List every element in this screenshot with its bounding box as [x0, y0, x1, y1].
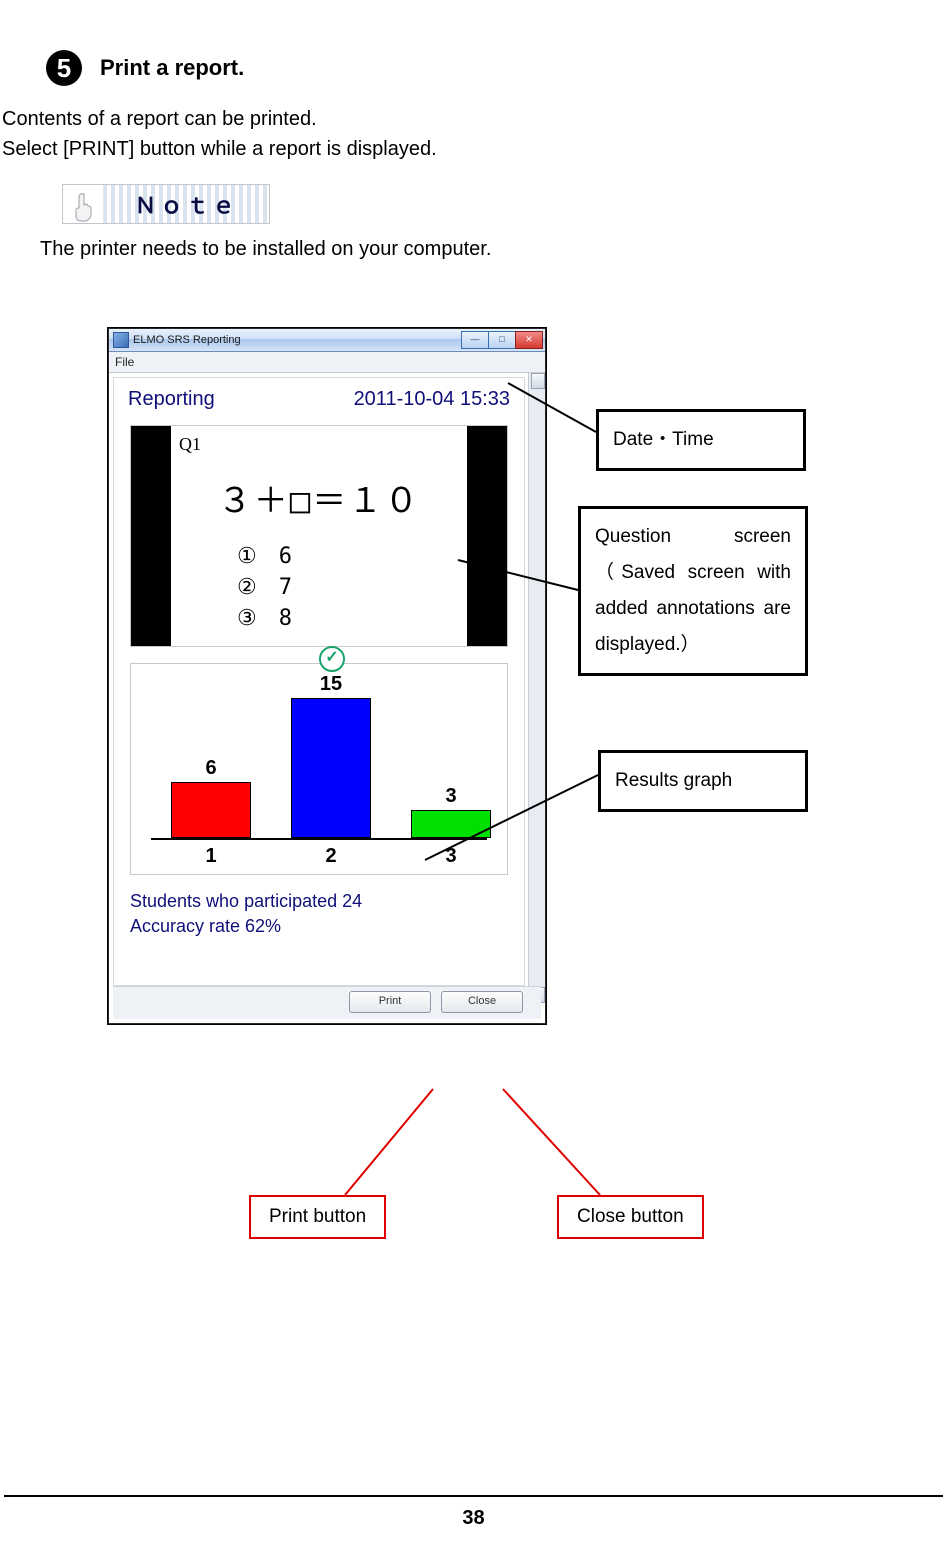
page-footer: 38	[0, 1495, 947, 1530]
intro-line-2: Select [PRINT] button while a report is …	[0, 134, 947, 164]
results-graph: 61152✓33	[130, 663, 508, 875]
question-option-2: ② 7	[237, 573, 459, 604]
chart-value-label: 3	[411, 785, 491, 808]
report-datetime: 2011-10-04 15:33	[354, 388, 510, 411]
menu-file[interactable]: File	[115, 355, 134, 369]
callout-datetime: Date・Time	[596, 409, 806, 471]
reporting-window: ELMO SRS Reporting — □ ✕ File Reporting …	[108, 328, 546, 1024]
question-label: Q1	[179, 434, 459, 455]
chart-category-label: 3	[411, 845, 491, 868]
question-formula: ３＋□＝１０	[179, 473, 459, 522]
pointing-hand-icon	[63, 185, 104, 223]
app-icon	[113, 332, 129, 348]
window-title: ELMO SRS Reporting	[133, 334, 241, 346]
callout-graph: Results graph	[598, 750, 808, 812]
step-heading: 5 Print a report.	[0, 50, 947, 86]
titlebar: ELMO SRS Reporting — □ ✕	[109, 329, 545, 352]
chart-bar	[171, 782, 251, 838]
callout-close-button: Close button	[557, 1195, 704, 1239]
chart-bar	[411, 810, 491, 838]
question-option-3: ③ 8	[237, 604, 459, 635]
report-heading: Reporting	[128, 388, 215, 411]
question-option-1: ① 6	[237, 542, 459, 573]
summary-accuracy: Accuracy rate 62%	[130, 914, 508, 939]
callout-print-button: Print button	[249, 1195, 386, 1239]
note-badge: Ｎｏｔｅ	[62, 184, 270, 224]
chart-bar	[291, 698, 371, 838]
page-number: 38	[0, 1507, 947, 1530]
question-screen: Q1 ３＋□＝１０ ① 6 ② 7 ③ 8	[130, 425, 508, 647]
minimize-button[interactable]: —	[461, 331, 489, 349]
print-button[interactable]: Print	[349, 991, 431, 1013]
close-button[interactable]: Close	[441, 991, 523, 1013]
callout-question: Question screen （Saved screen with added…	[578, 506, 808, 676]
chart-value-label: 15	[291, 673, 371, 696]
chart-category-label: 2	[291, 845, 371, 868]
note-text: The printer needs to be installed on you…	[0, 238, 947, 261]
chart-value-label: 6	[171, 757, 251, 780]
step-title: Print a report.	[100, 55, 244, 81]
maximize-button[interactable]: □	[488, 331, 516, 349]
scrollbar-vertical[interactable]	[528, 373, 545, 1003]
check-icon: ✓	[319, 646, 345, 672]
summary-participants: Students who participated 24	[130, 889, 508, 914]
window-close-button[interactable]: ✕	[515, 331, 543, 349]
note-label: Ｎｏｔｅ	[104, 188, 269, 220]
menubar: File	[109, 352, 545, 373]
step-number-badge: 5	[46, 50, 82, 86]
chart-category-label: 1	[171, 845, 251, 868]
intro-line-1: Contents of a report can be printed.	[0, 104, 947, 134]
chart-baseline	[151, 838, 487, 840]
